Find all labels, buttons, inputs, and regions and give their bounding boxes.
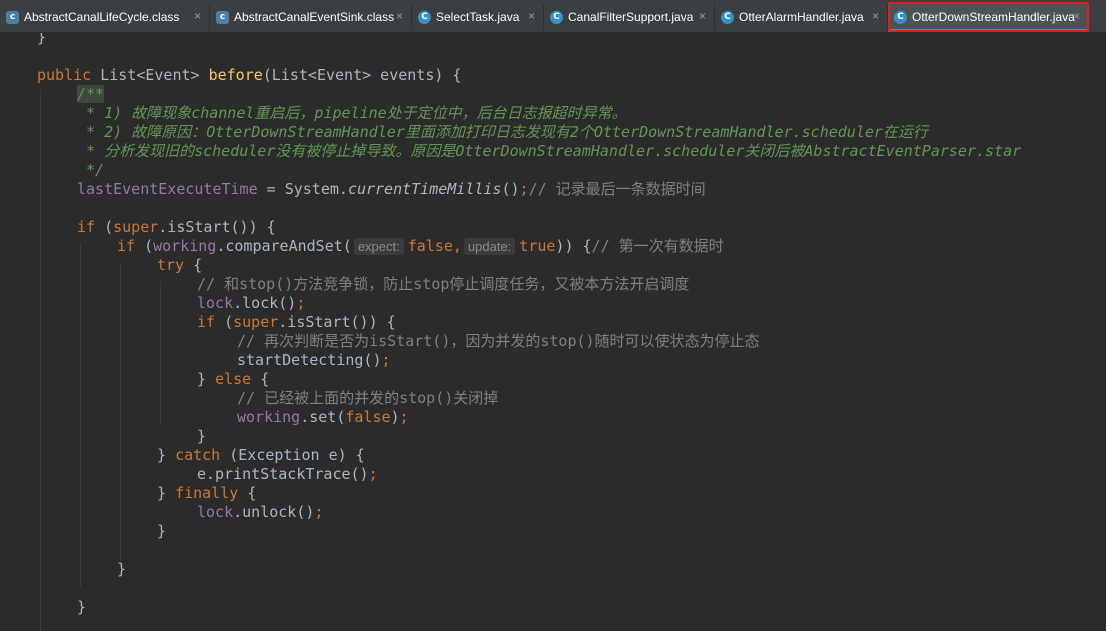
indent-guide xyxy=(160,281,161,426)
close-icon[interactable]: × xyxy=(528,9,535,23)
code-line-doc: * 1) 故障现象channel重启后，pipeline处于定位中，后台日志报超… xyxy=(77,104,627,122)
tab-label: CanalFilterSupport.java xyxy=(568,10,694,24)
code-line: } xyxy=(37,33,47,46)
code-line: lock.lock(); xyxy=(197,294,306,312)
code-line: if (super.isStart()) { xyxy=(197,313,396,331)
code-line: startDetecting(); xyxy=(237,351,391,369)
code-line: working.set(false); xyxy=(237,408,409,426)
tab-label: AbstractCanalLifeCycle.class xyxy=(24,10,180,24)
close-icon[interactable]: × xyxy=(396,9,403,23)
parameter-hint: expect: xyxy=(353,238,404,255)
code-line: if (working.compareAndSet(expect: false, u… xyxy=(117,237,724,255)
code-line-comment: // 已经被上面的并发的stop()关闭掉 xyxy=(237,389,499,407)
tab-otter-alarm-handler[interactable]: C OtterAlarmHandler.java × xyxy=(715,4,888,30)
code-line: } xyxy=(157,522,167,540)
java-class-icon: C xyxy=(418,10,431,24)
code-line: lastEventExecuteTime = System.currentTim… xyxy=(77,180,706,198)
tab-select-task[interactable]: C SelectTask.java × xyxy=(412,4,544,30)
code-line: } else { xyxy=(197,370,270,388)
tab-canal-filter-support[interactable]: C CanalFilterSupport.java × xyxy=(544,4,715,30)
code-line: e.printStackTrace(); xyxy=(197,465,378,483)
tab-abstract-canal-lifecycle[interactable]: c AbstractCanalLifeCycle.class × xyxy=(0,4,210,30)
class-icon: c xyxy=(6,10,19,24)
code-line: lock.unlock(); xyxy=(197,503,324,521)
code-line-doc: * 2) 故障原因：OtterDownStreamHandler里面添加打印日志… xyxy=(77,123,928,141)
java-class-icon: C xyxy=(721,10,734,24)
close-icon[interactable]: × xyxy=(699,9,706,23)
parameter-hint: update: xyxy=(463,238,516,255)
code-line: try { xyxy=(157,256,203,274)
class-icon: c xyxy=(216,10,229,24)
code-line-doc: /** xyxy=(77,85,105,103)
tab-label: SelectTask.java xyxy=(436,10,520,24)
code-line: } xyxy=(77,598,87,616)
tab-label: OtterAlarmHandler.java xyxy=(739,10,864,24)
editor-tab-bar: c AbstractCanalLifeCycle.class × c Abstr… xyxy=(0,0,1106,33)
indent-guide xyxy=(80,243,81,588)
java-class-icon: C xyxy=(894,10,907,24)
code-line-method-signature: public List<Event> before(List<Event> ev… xyxy=(37,66,462,84)
code-line: if (super.isStart()) { xyxy=(77,218,276,236)
tab-abstract-canal-event-sink[interactable]: c AbstractCanalEventSink.class × xyxy=(210,4,412,30)
indent-guide xyxy=(40,89,41,631)
code-line: } finally { xyxy=(157,484,257,502)
java-class-icon: C xyxy=(550,10,563,24)
code-line: } catch (Exception e) { xyxy=(157,446,365,464)
tab-label: OtterDownStreamHandler.java xyxy=(912,10,1075,24)
code-line-comment: // 再次判断是否为isStart()，因为并发的stop()随时可以使状态为停… xyxy=(237,332,760,350)
close-icon[interactable]: × xyxy=(872,9,879,23)
tab-label: AbstractCanalEventSink.class xyxy=(234,10,395,24)
close-icon[interactable]: × xyxy=(1073,9,1080,23)
code-line-doc: */ xyxy=(77,161,105,179)
tab-otter-down-stream-handler[interactable]: C OtterDownStreamHandler.java × xyxy=(888,4,1089,32)
code-line-doc: * 分析发现旧的scheduler没有被停止掉导致。原因是OtterDownSt… xyxy=(77,142,1022,160)
code-line: } xyxy=(117,560,127,578)
code-line: } xyxy=(197,427,207,445)
code-line-comment: // 和stop()方法竞争锁，防止stop停止调度任务，又被本方法开启调度 xyxy=(197,275,690,293)
close-icon[interactable]: × xyxy=(194,9,201,23)
code-editor[interactable]: } public List<Event> before(List<Event> … xyxy=(0,33,1106,631)
indent-guide xyxy=(120,262,121,568)
